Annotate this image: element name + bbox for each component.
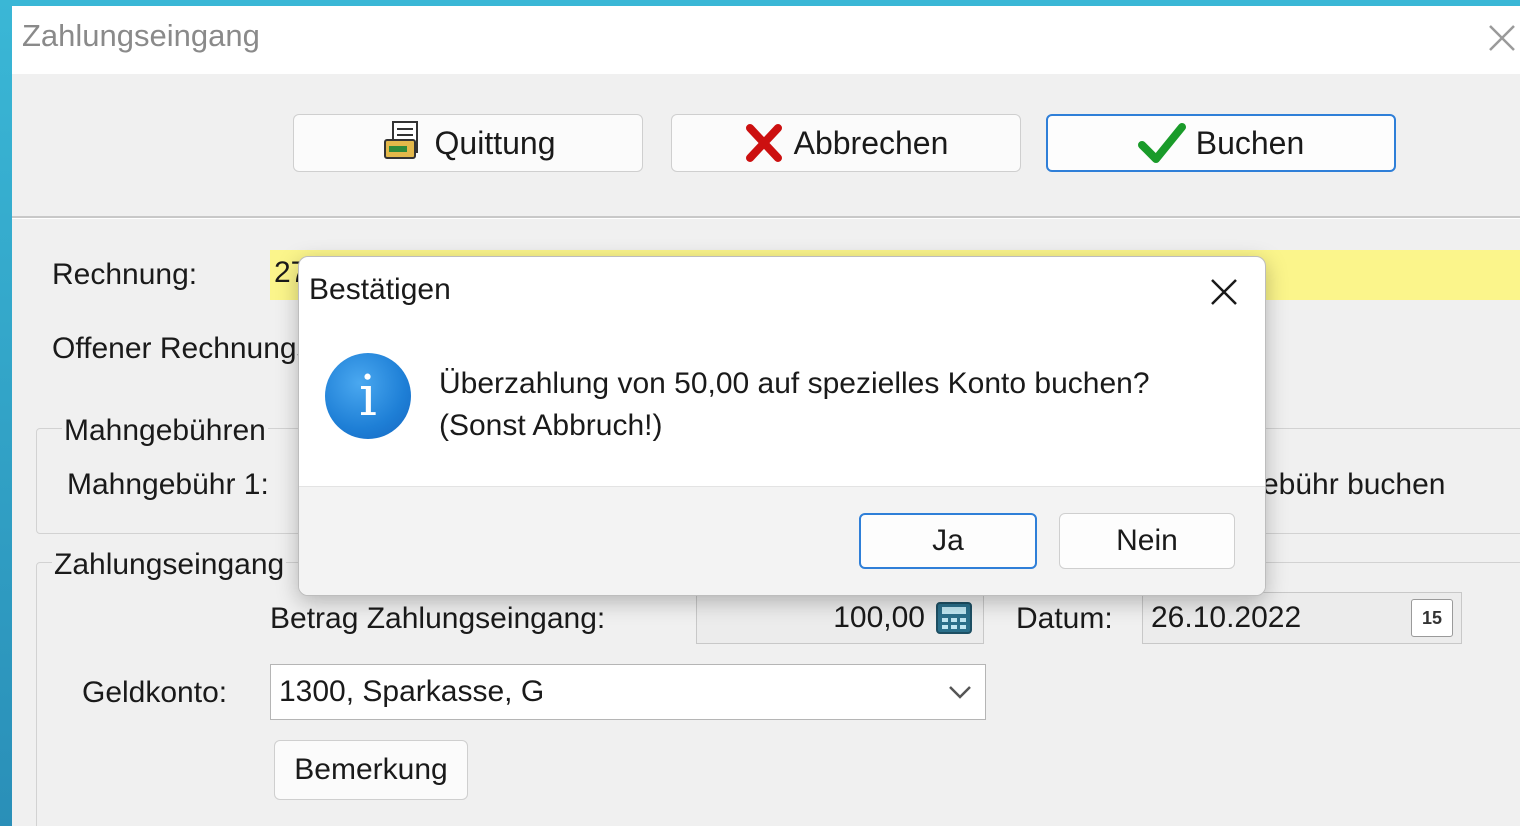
datum-input[interactable]: 26.10.2022 15 [1142, 592, 1462, 644]
title-bar: Zahlungseingang [12, 6, 1520, 74]
abbrechen-label: Abbrechen [793, 124, 949, 161]
betrag-label: Betrag Zahlungseingang: [270, 602, 606, 635]
quittung-button[interactable]: Quittung [293, 114, 643, 172]
rechnung-label: Rechnung: [52, 258, 198, 291]
nein-label: Nein [1116, 524, 1178, 557]
dialog-message-line2: (Sonst Abbruch!) [439, 409, 663, 442]
betrag-input[interactable]: 100,00 [696, 592, 984, 644]
buchen-button[interactable]: Buchen [1046, 114, 1396, 172]
geldkonto-label: Geldkonto: [82, 676, 228, 709]
bemerkung-label: Bemerkung [294, 753, 448, 786]
receipt-icon [383, 121, 418, 159]
mahngebuehr1-label: Mahngebühr 1: [67, 468, 269, 501]
chevron-down-icon[interactable] [947, 683, 973, 701]
ja-button[interactable]: Ja [859, 513, 1037, 569]
bemerkung-button[interactable]: Bemerkung [274, 740, 468, 800]
dialog-close-icon[interactable] [1207, 275, 1241, 309]
zahlungseingang-group-label: Zahlungseingang [52, 548, 287, 582]
abbrechen-button[interactable]: Abbrechen [671, 114, 1021, 172]
geldkonto-value: 1300, Sparkasse, G [279, 675, 545, 708]
info-icon-glyph: i [359, 363, 377, 429]
dialog-title: Bestätigen [309, 273, 451, 306]
toolbar-separator [12, 216, 1520, 219]
checkmark-icon [1137, 123, 1186, 163]
window-title: Zahlungseingang [22, 18, 260, 53]
dialog-message-line1: Überzahlung von 50,00 auf spezielles Kon… [439, 367, 1150, 400]
info-icon: i [325, 353, 411, 439]
quittung-label: Quittung [434, 124, 556, 161]
mahngebuehr-buchen-label[interactable]: ebühr buchen [1262, 468, 1446, 502]
geldkonto-select[interactable]: 1300, Sparkasse, G [270, 664, 986, 720]
buchen-label: Buchen [1195, 124, 1305, 161]
confirm-dialog: Bestätigen i Überzahlung von 50,00 auf s… [298, 256, 1266, 596]
cancel-x-icon [745, 124, 782, 162]
nein-button[interactable]: Nein [1059, 513, 1235, 569]
window-close-icon[interactable] [1484, 20, 1520, 56]
mahngebuehren-group-label: Mahngebühren [62, 414, 268, 448]
offener-rechnungsbetrag-label: Offener Rechnungs [52, 332, 312, 365]
ja-label: Ja [932, 524, 964, 557]
datum-value: 26.10.2022 [1151, 601, 1302, 634]
datum-label: Datum: [1016, 602, 1113, 635]
betrag-value: 100,00 [833, 601, 925, 634]
calendar-day: 15 [1421, 607, 1443, 628]
calculator-icon[interactable] [935, 601, 973, 635]
calendar-icon[interactable]: 15 [1411, 599, 1453, 637]
